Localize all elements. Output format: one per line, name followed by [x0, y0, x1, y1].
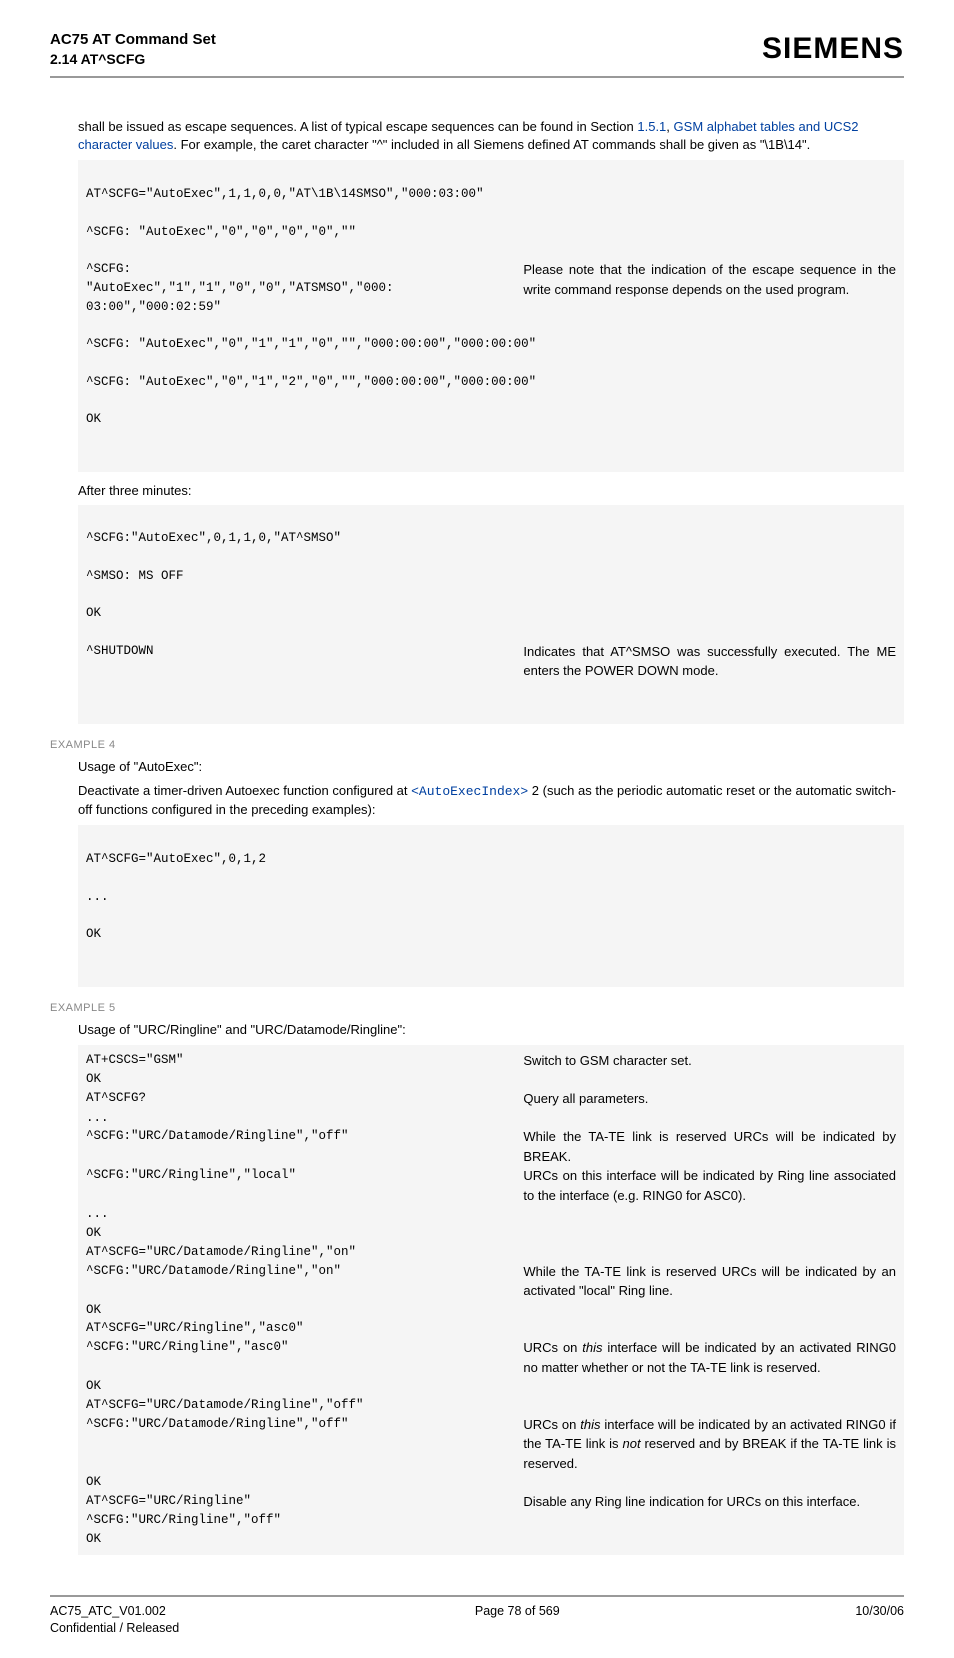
- code-left: AT^SCFG="URC/Ringline","asc0": [86, 1319, 523, 1338]
- code-line: ^SMSO: MS OFF: [86, 567, 896, 586]
- example-4-desc: Deactivate a timer-driven Autoexec funct…: [78, 782, 904, 819]
- code-left: ^SHUTDOWN: [86, 642, 523, 661]
- code-block-1: AT^SCFG="AutoExec",1,1,0,0,"AT\1B\14SMSO…: [78, 160, 904, 472]
- code-left: ^SCFG: "AutoExec","1","1","0","0","ATSMS…: [86, 260, 523, 316]
- code-comment: While the TA-TE link is reserved URCs wi…: [523, 1127, 896, 1166]
- code-comment: Switch to GSM character set.: [523, 1051, 896, 1071]
- code-left: AT+CSCS="GSM": [86, 1051, 523, 1070]
- doc-title: AC75 AT Command Set: [50, 29, 216, 50]
- code-left: OK: [86, 1224, 523, 1243]
- code-left: AT^SCFG?: [86, 1089, 523, 1108]
- example-4-label: EXAMPLE 4: [50, 738, 904, 753]
- code-row: AT^SCFG="URC/Datamode/Ringline","on": [86, 1243, 896, 1262]
- code-line: ^SCFG: "AutoExec","0","1","2","0","","00…: [86, 373, 896, 392]
- code-comment: Please note that the indication of the e…: [523, 260, 896, 299]
- code-left: ^SCFG:"URC/Datamode/Ringline","off": [86, 1127, 523, 1146]
- code-left: OK: [86, 1377, 523, 1396]
- code-left: ^SCFG:"URC/Ringline","local": [86, 1166, 523, 1185]
- header-left: AC75 AT Command Set 2.14 AT^SCFG: [50, 29, 216, 70]
- code-row: AT^SCFG?Query all parameters.: [86, 1089, 896, 1109]
- code-left: ^SCFG:"URC/Ringline","off": [86, 1511, 523, 1530]
- code-row: OK: [86, 1473, 896, 1492]
- code-comment: Query all parameters.: [523, 1089, 896, 1109]
- code-left: AT^SCFG="URC/Ringline": [86, 1492, 523, 1511]
- code-line: ^SCFG: "AutoExec","0","0","0","0","": [86, 223, 896, 242]
- code-line: OK: [86, 925, 896, 944]
- ex4-desc-pre: Deactivate a timer-driven Autoexec funct…: [78, 783, 411, 798]
- code-line: OK: [86, 604, 896, 623]
- code-block-2: ^SCFG:"AutoExec",0,1,1,0,"AT^SMSO" ^SMSO…: [78, 505, 904, 725]
- code-comment: URCs on this interface will be indicated…: [523, 1415, 896, 1474]
- intro-text-after: . For example, the caret character "^" i…: [173, 137, 810, 152]
- code-row: AT^SCFG="URC/Ringline"Disable any Ring l…: [86, 1492, 896, 1512]
- autoexecindex-link[interactable]: <AutoExecIndex>: [411, 784, 528, 799]
- footer-center: Page 78 of 569: [475, 1603, 560, 1638]
- example-5-usage: Usage of "URC/Ringline" and "URC/Datamod…: [78, 1021, 904, 1039]
- code-left: ...: [86, 1109, 523, 1128]
- code-comment: URCs on this interface will be indicated…: [523, 1338, 896, 1377]
- code-line: ...: [86, 888, 896, 907]
- footer-doc-id: AC75_ATC_V01.002: [50, 1603, 179, 1621]
- brand-logo: SIEMENS: [762, 28, 904, 70]
- code-row: ^SCFG:"URC/Datamode/Ringline","off"URCs …: [86, 1415, 896, 1474]
- code-row: OK: [86, 1070, 896, 1089]
- code-comment: Indicates that AT^SMSO was successfully …: [523, 642, 896, 681]
- footer-left: AC75_ATC_V01.002 Confidential / Released: [50, 1603, 179, 1638]
- code-row: AT^SCFG="URC/Datamode/Ringline","off": [86, 1396, 896, 1415]
- intro-link-1[interactable]: 1.5.1: [637, 119, 666, 134]
- code-line: ^SCFG: "AutoExec","0","1","1","0","","00…: [86, 335, 896, 354]
- footer-right: 10/30/06: [855, 1603, 904, 1638]
- code-line: AT^SCFG="AutoExec",1,1,0,0,"AT\1B\14SMSO…: [86, 185, 896, 204]
- code-left: OK: [86, 1530, 523, 1549]
- code-left: ...: [86, 1205, 523, 1224]
- example-5-label: EXAMPLE 5: [50, 1001, 904, 1016]
- code-line: AT^SCFG="AutoExec",0,1,2: [86, 850, 896, 869]
- code-comment: Disable any Ring line indication for URC…: [523, 1492, 896, 1512]
- code-row: ^SCFG:"URC/Datamode/Ringline","off"While…: [86, 1127, 896, 1166]
- example-4-usage: Usage of "AutoExec":: [78, 758, 904, 776]
- code-row: ...: [86, 1109, 896, 1128]
- code-line: ^SCFG:"AutoExec",0,1,1,0,"AT^SMSO": [86, 529, 896, 548]
- intro-paragraph: shall be issued as escape sequences. A l…: [78, 118, 904, 154]
- code-left: OK: [86, 1070, 523, 1089]
- code-row: AT+CSCS="GSM"Switch to GSM character set…: [86, 1051, 896, 1071]
- code-row: ^SCFG: "AutoExec","1","1","0","0","ATSMS…: [86, 260, 896, 316]
- code-row: ^SCFG:"URC/Ringline","asc0"URCs on this …: [86, 1338, 896, 1377]
- footer-confidential: Confidential / Released: [50, 1620, 179, 1638]
- code-left: ^SCFG:"URC/Datamode/Ringline","on": [86, 1262, 523, 1281]
- code-row: ...: [86, 1205, 896, 1224]
- page-header: AC75 AT Command Set 2.14 AT^SCFG SIEMENS: [50, 28, 904, 78]
- code-comment: While the TA-TE link is reserved URCs wi…: [523, 1262, 896, 1301]
- page-footer: AC75_ATC_V01.002 Confidential / Released…: [50, 1595, 904, 1638]
- doc-section: 2.14 AT^SCFG: [50, 50, 216, 70]
- code-row: ^SCFG:"URC/Ringline","local"URCs on this…: [86, 1166, 896, 1205]
- code-left: ^SCFG:"URC/Datamode/Ringline","off": [86, 1415, 523, 1434]
- code-row: AT^SCFG="URC/Ringline","asc0": [86, 1319, 896, 1338]
- code-row: OK: [86, 1224, 896, 1243]
- code-comment: URCs on this interface will be indicated…: [523, 1166, 896, 1205]
- code-left: OK: [86, 1301, 523, 1320]
- code-block-4: AT+CSCS="GSM"Switch to GSM character set…: [78, 1045, 904, 1555]
- code-row: ^SHUTDOWN Indicates that AT^SMSO was suc…: [86, 642, 896, 681]
- after-three-label: After three minutes:: [78, 482, 904, 500]
- code-left: AT^SCFG="URC/Datamode/Ringline","on": [86, 1243, 523, 1262]
- intro-text-before: shall be issued as escape sequences. A l…: [78, 119, 637, 134]
- code-row: OK: [86, 1530, 896, 1549]
- code-row: ^SCFG:"URC/Datamode/Ringline","on"While …: [86, 1262, 896, 1301]
- code-left: AT^SCFG="URC/Datamode/Ringline","off": [86, 1396, 523, 1415]
- code-row: OK: [86, 1301, 896, 1320]
- code-row: OK: [86, 1377, 896, 1396]
- code-line: OK: [86, 410, 896, 429]
- intro-sep: ,: [666, 119, 673, 134]
- code-left: ^SCFG:"URC/Ringline","asc0": [86, 1338, 523, 1357]
- code-left: OK: [86, 1473, 523, 1492]
- code-block-3: AT^SCFG="AutoExec",0,1,2 ... OK: [78, 825, 904, 987]
- code-row: ^SCFG:"URC/Ringline","off": [86, 1511, 896, 1530]
